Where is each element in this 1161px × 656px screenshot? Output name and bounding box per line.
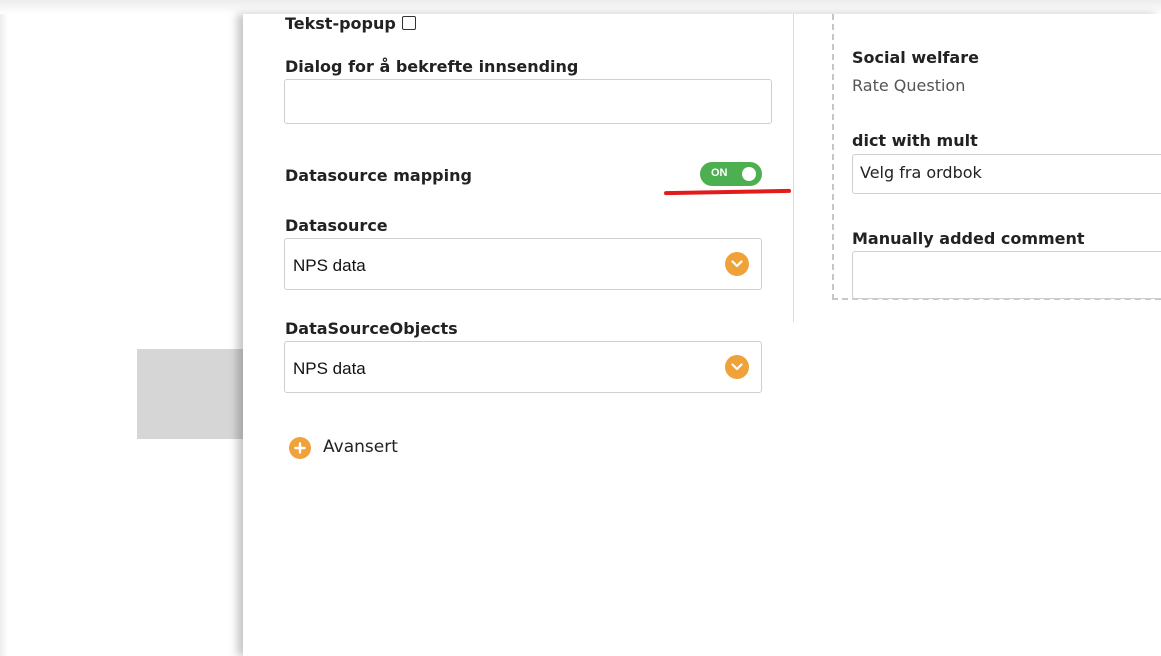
datasource-mapping-label: Datasource mapping	[285, 166, 472, 185]
datasource-mapping-toggle[interactable]: ON	[700, 162, 762, 186]
dict-label: dict with mult	[852, 131, 978, 150]
top-shadow	[0, 0, 1161, 14]
comment-textarea[interactable]	[852, 251, 1161, 299]
panel-divider	[793, 14, 794, 322]
confirm-dialog-label: Dialog for å bekrefte innsending	[285, 57, 579, 76]
dict-select[interactable]: Velg fra ordbok	[852, 154, 1161, 194]
text-popup-checkbox[interactable]	[402, 16, 416, 30]
datasource-select[interactable]: NPS data	[284, 238, 762, 290]
datasource-objects-select[interactable]: NPS data	[284, 341, 762, 393]
screen: Tekst-popup Dialog for å bekrefte innsen…	[0, 0, 1161, 656]
toggle-state-label: ON	[711, 167, 728, 179]
chevron-down-icon[interactable]	[725, 252, 749, 276]
dict-select-value: Velg fra ordbok	[860, 163, 982, 182]
toggle-knob	[742, 167, 756, 181]
datasource-label: Datasource	[285, 216, 388, 235]
chevron-down-icon[interactable]	[725, 355, 749, 379]
confirm-dialog-input[interactable]	[284, 79, 772, 124]
social-welfare-title: Social welfare	[852, 48, 979, 67]
plus-circle-icon[interactable]	[289, 437, 311, 459]
datasource-select-value: NPS data	[293, 256, 366, 275]
advanced-link[interactable]: Avansert	[323, 437, 398, 457]
background-block	[137, 349, 247, 439]
datasource-objects-label: DataSourceObjects	[285, 319, 458, 338]
comment-label: Manually added comment	[852, 229, 1085, 248]
social-welfare-type: Rate Question	[852, 76, 966, 95]
text-popup-label: Tekst-popup	[285, 14, 396, 33]
left-shade	[0, 14, 8, 656]
datasource-objects-select-value: NPS data	[293, 359, 366, 378]
